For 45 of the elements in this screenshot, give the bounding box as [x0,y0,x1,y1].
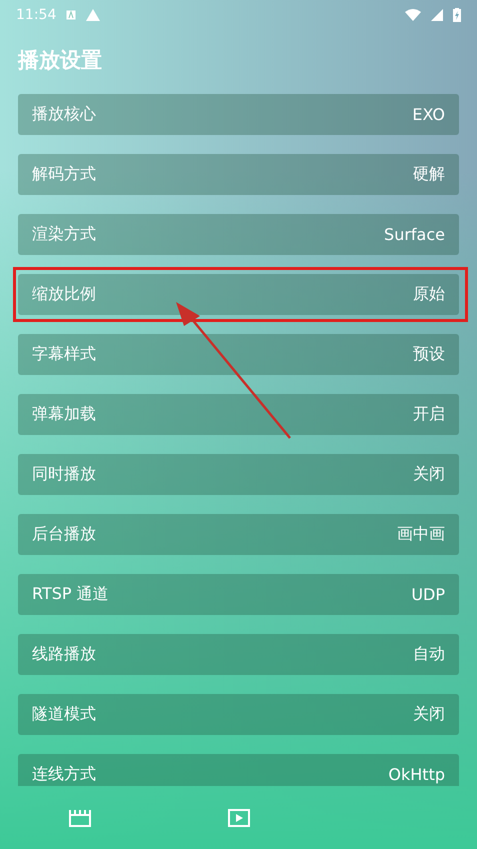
signal-icon [431,9,443,21]
status-time: 11:54 [16,7,56,23]
setting-value: EXO [412,105,445,124]
setting-row[interactable]: 线路播放 自动 [18,634,459,675]
setting-value: 自动 [413,644,445,665]
setting-value: UDP [411,585,445,604]
setting-row[interactable]: 缩放比例 原始 [18,274,459,315]
setting-row[interactable]: 隧道模式 关闭 [18,694,459,735]
setting-value: 画中画 [397,524,445,545]
setting-label: RTSP 通道 [32,584,109,605]
setting-label: 同时播放 [32,464,96,485]
setting-label: 字幕样式 [32,344,96,365]
setting-row[interactable]: 后台播放 画中画 [18,514,459,555]
setting-row[interactable]: 同时播放 关闭 [18,454,459,495]
setting-label: 连线方式 [32,764,96,785]
setting-label: 播放核心 [32,104,96,125]
setting-row[interactable]: 解码方式 硬解 [18,154,459,195]
play-icon [226,808,250,828]
notification-icon [66,10,76,20]
setting-label: 渲染方式 [32,224,96,245]
setting-value: Surface [384,225,445,244]
setting-row[interactable]: 弹幕加载 开启 [18,394,459,435]
setting-value: 关闭 [413,464,445,485]
setting-label: 后台播放 [32,524,96,545]
clapperboard-icon [68,808,92,828]
battery-icon [453,8,461,22]
page-title: 播放设置 [18,47,102,74]
setting-row[interactable]: 连线方式 OkHttp [18,754,459,786]
setting-label: 弹幕加载 [32,404,96,425]
setting-value: 开启 [413,404,445,425]
setting-row[interactable]: 渲染方式 Surface [18,214,459,255]
setting-value: 原始 [413,284,445,305]
wifi-icon [405,9,421,21]
setting-row[interactable]: RTSP 通道 UDP [18,574,459,615]
setting-value: OkHttp [388,765,445,784]
setting-value: 硬解 [413,164,445,185]
setting-label: 缩放比例 [32,284,96,305]
setting-label: 解码方式 [32,164,96,185]
setting-row[interactable]: 播放核心 EXO [18,94,459,135]
warning-icon [86,9,100,21]
setting-label: 线路播放 [32,644,96,665]
setting-row[interactable]: 字幕样式 预设 [18,334,459,375]
setting-value: 关闭 [413,704,445,725]
setting-label: 隧道模式 [32,704,96,725]
setting-value: 预设 [413,344,445,365]
